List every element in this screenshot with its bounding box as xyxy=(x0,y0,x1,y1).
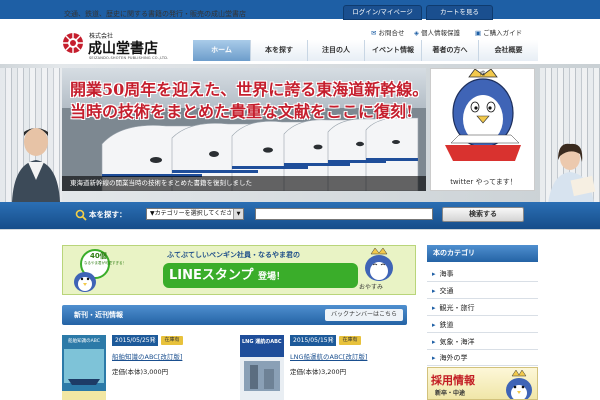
search-category-value: ▼カテゴリーを選択してください xyxy=(150,210,239,217)
chevron-right-icon: ▸ xyxy=(432,354,436,362)
book-1-stock-badge: 在庫有 xyxy=(161,336,183,345)
mascot-crown-badge: 成 xyxy=(480,71,486,77)
login-mypage-button[interactable]: ログイン/マイページ xyxy=(343,5,422,20)
search-label: 本を探す： xyxy=(89,210,127,219)
chevron-right-icon: ▸ xyxy=(432,321,436,329)
purchase-guide-link[interactable]: ▣ ご購入ガイド xyxy=(475,27,522,37)
book-2-date: 2015/05/15発 xyxy=(290,335,336,346)
book-1-date: 2015/05/25発 xyxy=(112,335,158,346)
nav-find-books[interactable]: 本を探す xyxy=(250,40,307,61)
search-input[interactable] xyxy=(255,208,433,220)
recruit-banner[interactable]: 採用情報 新卒・中途 xyxy=(427,367,538,400)
nav-events[interactable]: イベント情報 xyxy=(364,40,421,61)
logo-mark-icon xyxy=(63,33,83,53)
book-2-price: 定価(本体)3,200円 xyxy=(290,368,347,376)
chevron-right-icon: ▸ xyxy=(432,338,436,346)
penguin-mascot-image xyxy=(431,69,534,173)
category-item[interactable]: ▸ 海外の学 xyxy=(427,350,538,366)
logo-name: 成山堂書店 xyxy=(88,41,158,57)
sleeping-penguin-image xyxy=(365,248,393,281)
line-banner-top-text: ふてぶてしいペンギン社員・なるやま君の xyxy=(167,251,300,259)
slide-headline-1: 開業50周年を迎えた、世界に誇る東海道新幹線。 xyxy=(70,80,426,99)
slide-headline-2: 当時の技術をまとめた貴重な文献をここに復刻! xyxy=(70,102,414,121)
nav-home[interactable]: ホーム xyxy=(193,40,250,61)
search-icon xyxy=(75,209,87,221)
book-1-title-link[interactable]: 船舶知識のABC[改訂版] xyxy=(112,351,182,361)
page: { "header": { "tagline": "交通、鉄道、歴史に関する書籍… xyxy=(0,0,600,400)
book-cover-1-title: 船舶知識のABC xyxy=(68,339,100,344)
twitter-banner[interactable]: 成 twitter やってます！ xyxy=(430,68,535,191)
twitter-label: twitter やってます！ xyxy=(450,178,517,186)
line-stamp-banner[interactable]: 40個 なるやま君が可愛すぎる！ ふてぶてしいペンギン社員・なるやま君の LIN… xyxy=(62,245,416,295)
reading-man-image xyxy=(12,128,60,202)
category-item[interactable]: ▸ 交通 xyxy=(427,283,538,299)
shield-icon: ◈ xyxy=(414,29,419,37)
contact-link[interactable]: ✉ お問合せ xyxy=(371,27,404,37)
book-1-price: 定価(本体)3,000円 xyxy=(112,368,169,376)
search-category-select[interactable]: ▼カテゴリーを選択してください ▼ xyxy=(146,208,244,220)
privacy-link-label: 個人情報保護 xyxy=(421,29,460,37)
line-badge-sub: なるやま君が可愛すぎる！ xyxy=(84,261,126,265)
reading-woman-image xyxy=(548,143,596,204)
category-sidebar-title: 本のカテゴリ xyxy=(427,245,538,262)
search-button[interactable]: 検索する xyxy=(442,207,524,222)
slide-caption: 東海道新幹線の開業当時の技術をまとめた書籍を復刻しました xyxy=(62,176,426,191)
category-item[interactable]: ▸ 観光・旅行 xyxy=(427,300,538,316)
line-banner-main-suffix: 登場！ xyxy=(258,272,286,282)
logo-english: SEIZANDO-SHOTEN PUBLISHING CO.,LTD. xyxy=(89,56,169,60)
category-item[interactable]: ▸ 海事 xyxy=(427,266,538,282)
category-item-label: 気象・海洋 xyxy=(439,338,475,346)
view-cart-button[interactable]: カートを見る xyxy=(426,5,493,20)
category-item-label: 交通 xyxy=(439,287,454,295)
line-badge-count: 40個 xyxy=(90,252,107,260)
envelope-icon: ✉ xyxy=(371,29,377,37)
new-books-header: 新刊・近刊情報 バックナンバーはこちら xyxy=(62,305,407,325)
category-item[interactable]: ▸ 鉄道 xyxy=(427,317,538,333)
hero-slide[interactable]: 開業50周年を迎えた、世界に誇る東海道新幹線。 当時の技術をまとめた貴重な文献を… xyxy=(62,68,426,191)
nav-featured-people[interactable]: 注目の人 xyxy=(307,40,364,61)
line-banner-oyasumi: おやすみ xyxy=(359,284,384,291)
line-banner-main: LINEスタンプ 登場！ xyxy=(163,263,358,288)
penguin-recruit-image xyxy=(506,370,532,399)
book-2-title-link[interactable]: LNG船運航のABC[改訂版] xyxy=(290,351,367,361)
category-item[interactable]: ▸ 気象・海洋 xyxy=(427,334,538,350)
privacy-link[interactable]: ◈ 個人情報保護 xyxy=(414,27,460,37)
new-books-title: 新刊・近刊情報 xyxy=(74,311,123,319)
contact-link-label: お問合せ xyxy=(378,29,405,37)
book-cover-2-title: LNG 運航のABC xyxy=(242,339,282,345)
recruit-sub: 新卒・中途 xyxy=(435,390,466,397)
category-item-label: 観光・旅行 xyxy=(439,304,475,312)
purchase-guide-link-label: ご購入ガイド xyxy=(483,29,523,37)
chevron-right-icon: ▸ xyxy=(432,270,436,278)
global-nav: ホーム 本を探す 注目の人 イベント情報 著者の方へ 会社概要 xyxy=(193,40,600,61)
book-cover-1[interactable] xyxy=(62,335,106,400)
category-item-label: 海外の学 xyxy=(439,354,468,362)
tagline: 交通、鉄道、歴史に関する書籍の発行・販売の成山堂書店 xyxy=(64,10,246,18)
chevron-down-icon: ▼ xyxy=(233,209,243,219)
chevron-right-icon: ▸ xyxy=(432,304,436,312)
category-item-label: 海事 xyxy=(439,270,454,278)
nav-company[interactable]: 会社概要 xyxy=(478,40,538,61)
logo[interactable]: 株式会社 成山堂書店 SEIZANDO-SHOTEN PUBLISHING CO… xyxy=(62,30,182,60)
book-2-stock-badge: 在庫有 xyxy=(339,336,361,345)
category-item-label: 鉄道 xyxy=(439,321,454,329)
cart-icon: ▣ xyxy=(475,29,482,37)
chevron-right-icon: ▸ xyxy=(432,287,436,295)
back-numbers-link[interactable]: バックナンバーはこちら xyxy=(325,309,403,321)
nav-for-authors[interactable]: 著者の方へ xyxy=(421,40,478,61)
recruit-title: 採用情報 xyxy=(431,374,475,387)
line-banner-main-text: LINEスタンプ xyxy=(169,268,254,283)
